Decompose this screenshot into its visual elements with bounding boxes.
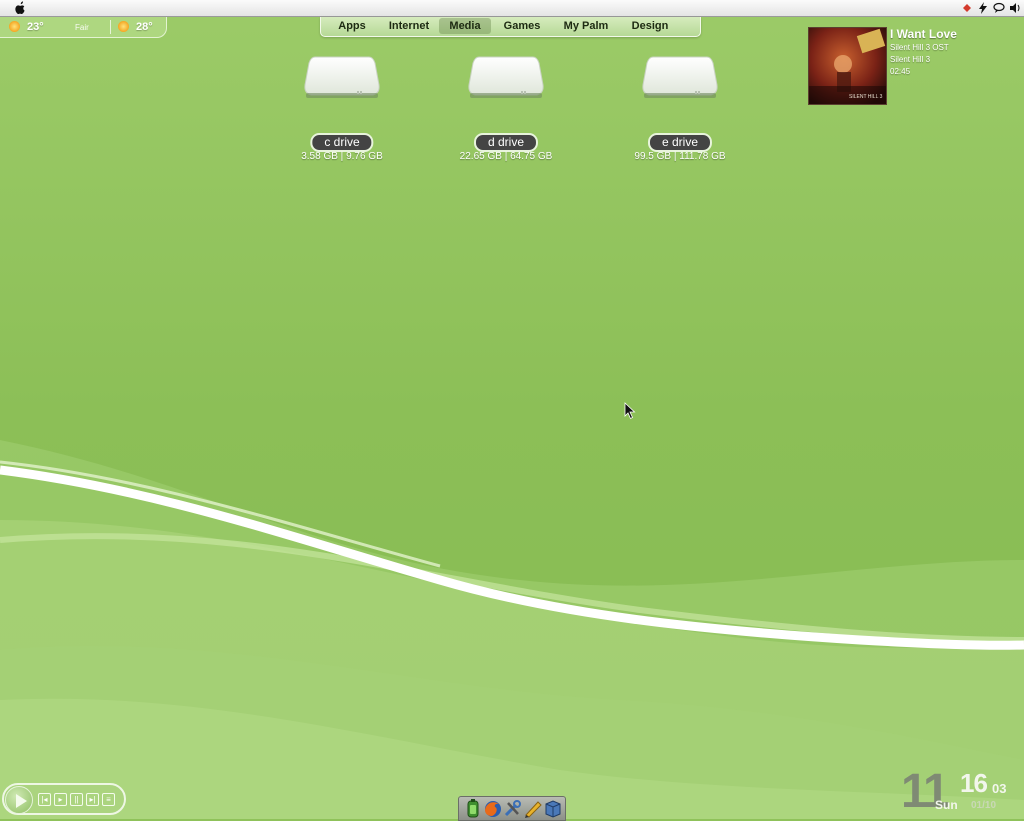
clock-minute: 16 xyxy=(960,768,988,798)
dock xyxy=(458,796,566,821)
drive-c[interactable]: c drive 3.58 GB | 9.76 GB xyxy=(287,55,397,175)
now-playing-widget[interactable]: SILENT HILL 3 I Want Love Silent Hill 3 … xyxy=(808,27,1018,107)
box-icon[interactable] xyxy=(543,799,563,818)
tab-games[interactable]: Games xyxy=(499,18,545,34)
wifi-tag-icon[interactable] xyxy=(960,2,974,15)
partly-sunny-icon xyxy=(118,21,129,32)
weather-widget[interactable]: 23° Fair 28° xyxy=(0,17,167,38)
hard-drive-icon xyxy=(642,56,718,98)
hard-drive-icon xyxy=(468,56,544,98)
playlist-icon[interactable]: ≡ xyxy=(102,793,115,806)
apple-logo-icon[interactable] xyxy=(13,1,27,15)
menu-bar xyxy=(0,0,1024,17)
play-button[interactable] xyxy=(5,786,33,814)
clock-widget: 11 16 03 Sun 01/10 xyxy=(895,764,1024,819)
play-icon xyxy=(16,794,27,808)
drive-usage: 3.58 GB | 9.76 GB xyxy=(301,151,383,162)
tab-my-palm[interactable]: My Palm xyxy=(559,18,613,34)
drive-e[interactable]: e drive 99.5 GB | 111.78 GB xyxy=(625,55,735,175)
drive-d[interactable]: d drive 22.65 GB | 64.75 GB xyxy=(451,55,561,175)
weather-divider xyxy=(110,20,111,34)
power-bolt-icon[interactable] xyxy=(976,2,990,15)
chat-bubble-icon[interactable] xyxy=(992,2,1006,15)
tab-media[interactable]: Media xyxy=(439,18,491,34)
drive-label: d drive xyxy=(473,133,539,152)
tab-apps[interactable]: Apps xyxy=(333,18,371,34)
album-cover-text: SILENT HILL 3 xyxy=(849,94,883,100)
app-launcher-bar: Apps Internet Media Games My Palm Design xyxy=(320,17,701,37)
pencil-icon[interactable] xyxy=(523,799,543,818)
tab-internet[interactable]: Internet xyxy=(383,18,435,34)
track-artist: Silent Hill 3 xyxy=(890,55,931,64)
clock-date: 01/10 xyxy=(971,800,997,811)
firefox-icon[interactable] xyxy=(483,799,503,818)
track-time: 02:45 xyxy=(890,67,911,76)
tools-icon[interactable] xyxy=(503,799,523,818)
battery-icon[interactable] xyxy=(463,799,483,818)
play-small-icon[interactable]: ▸ xyxy=(54,793,67,806)
hard-drive-icon xyxy=(304,56,380,98)
tab-design[interactable]: Design xyxy=(626,18,674,34)
mouse-cursor-icon xyxy=(624,402,636,420)
drive-label: c drive xyxy=(310,133,374,152)
drive-usage: 99.5 GB | 111.78 GB xyxy=(634,151,726,162)
drive-label: e drive xyxy=(647,133,713,152)
forecast-temperature: 28° xyxy=(136,21,153,33)
pause-icon[interactable]: || xyxy=(70,793,83,806)
sun-icon xyxy=(9,21,20,32)
drive-usage: 22.65 GB | 64.75 GB xyxy=(459,151,553,162)
current-temperature: 23° xyxy=(27,21,44,33)
clock-day: Sun xyxy=(935,798,958,812)
track-title: I Want Love xyxy=(890,27,957,41)
speaker-icon[interactable] xyxy=(1008,2,1022,15)
weather-condition: Fair xyxy=(75,23,89,32)
clock-second: 03 xyxy=(992,781,1007,796)
system-tray xyxy=(960,1,1022,15)
previous-icon[interactable]: |◂ xyxy=(38,793,51,806)
track-album: Silent Hill 3 OST xyxy=(890,43,949,52)
album-cover[interactable]: SILENT HILL 3 xyxy=(808,27,887,105)
next-icon[interactable]: ▸| xyxy=(86,793,99,806)
media-player-controls: |◂ ▸ || ▸| ≡ xyxy=(2,783,126,815)
